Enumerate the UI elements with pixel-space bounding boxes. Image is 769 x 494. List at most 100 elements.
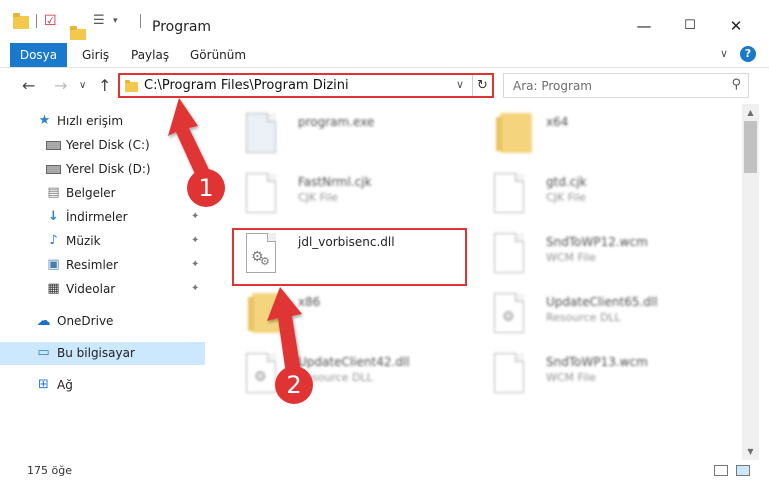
sidebar-item-label: Yerel Disk (D:) xyxy=(66,162,151,176)
address-dropdown-icon[interactable]: ∨ xyxy=(456,78,464,91)
sidebar-item-network[interactable]: ⊞ Ağ xyxy=(0,374,205,397)
file-name: SndToWP12.wcm xyxy=(546,235,648,249)
maximize-button[interactable]: ☐ xyxy=(667,12,713,40)
file-type: CJK File xyxy=(298,191,339,204)
file-name: FastNrml.cjk xyxy=(298,175,372,189)
refresh-button[interactable]: ↻ xyxy=(472,75,492,96)
file-name: x86 xyxy=(298,295,321,309)
file-item[interactable]: ⚙ UpdateClient42.dll Resource DLL xyxy=(232,350,472,408)
expand-ribbon-icon[interactable]: ∨ xyxy=(720,47,728,60)
chevron-down-icon[interactable]: ▾ xyxy=(113,13,118,29)
sidebar-item-label: OneDrive xyxy=(57,314,114,328)
sidebar-item-quick-access[interactable]: ★ Hızlı erişim xyxy=(0,110,205,133)
sidebar-item-label: Müzik xyxy=(66,234,101,248)
properties-icon[interactable]: ☑ xyxy=(44,13,57,29)
cloud-icon: ☁ xyxy=(36,313,51,329)
file-item[interactable]: gtd.cjk CJK File xyxy=(480,170,720,228)
scroll-up-icon[interactable]: ▲ xyxy=(742,104,759,121)
dll-icon: ⚙ xyxy=(494,293,528,337)
sidebar-item-label: Belgeler xyxy=(66,186,116,200)
file-type: WCM File xyxy=(546,251,596,264)
pin-icon[interactable]: ✦ xyxy=(191,211,199,222)
tab-view[interactable]: Görünüm xyxy=(190,43,246,67)
minimize-button[interactable]: — xyxy=(621,12,667,40)
file-icon xyxy=(494,233,528,277)
sidebar-item-downloads[interactable]: ↓ İndirmeler ✦ xyxy=(0,206,205,229)
customize-quick-access-icon[interactable]: ☰ xyxy=(93,13,105,29)
folder-icon xyxy=(125,80,138,92)
file-icon xyxy=(494,353,528,397)
status-bar: 175 öğe xyxy=(0,460,769,494)
forward-button[interactable]: → xyxy=(54,76,67,95)
scroll-thumb[interactable] xyxy=(744,121,757,173)
file-name: x64 xyxy=(546,115,569,129)
pin-icon[interactable]: ✦ xyxy=(191,259,199,270)
folder-icon xyxy=(13,13,29,29)
vertical-scrollbar[interactable]: ▲ ▼ xyxy=(742,104,759,460)
file-item[interactable]: SndToWP13.wcm WCM File xyxy=(480,350,720,408)
scroll-down-icon[interactable]: ▼ xyxy=(742,443,759,460)
up-button[interactable]: ↑ xyxy=(98,76,111,95)
drive-icon xyxy=(46,162,61,176)
file-type: Resource DLL xyxy=(546,311,621,324)
search-input[interactable]: Ara: Program xyxy=(513,79,592,93)
file-item[interactable]: program.exe xyxy=(232,110,472,168)
step-badge-2: 2 xyxy=(275,366,313,404)
sidebar-item-onedrive[interactable]: ☁ OneDrive xyxy=(0,310,205,333)
help-icon[interactable]: ? xyxy=(740,46,756,62)
star-icon: ★ xyxy=(38,113,51,128)
search-icon[interactable]: ⚲ xyxy=(731,77,741,92)
file-icon xyxy=(246,173,280,217)
sidebar-item-pictures[interactable]: ▣ Resimler ✦ xyxy=(0,254,205,277)
search-box[interactable]: Ara: Program ⚲ xyxy=(503,73,749,98)
network-icon: ⊞ xyxy=(38,377,49,392)
video-icon: ▦ xyxy=(47,281,60,296)
folder-icon xyxy=(248,293,286,337)
large-icons-view-icon[interactable] xyxy=(736,465,750,476)
window-title: Program xyxy=(152,19,212,35)
pin-icon[interactable]: ✦ xyxy=(191,235,199,246)
sidebar-item-disk-d[interactable]: Yerel Disk (D:) xyxy=(0,158,205,181)
tab-home[interactable]: Giriş xyxy=(82,43,109,67)
address-bar[interactable]: C:\Program Files\Program Dizini ∨ ↻ xyxy=(118,73,494,98)
sidebar-item-label: Hızlı erişim xyxy=(57,114,124,128)
close-button[interactable]: ✕ xyxy=(713,12,759,40)
file-icon xyxy=(494,173,528,217)
back-button[interactable]: ← xyxy=(22,76,35,95)
sidebar-item-label: İndirmeler xyxy=(66,210,128,224)
file-name: UpdateClient65.dll xyxy=(546,295,658,309)
navigation-bar: ← → ∨ ↑ C:\Program Files\Program Dizini … xyxy=(0,68,769,104)
pin-icon[interactable]: ✦ xyxy=(191,283,199,294)
file-list: program.exe x64 FastNrml.cjk CJK File gt… xyxy=(216,104,742,460)
music-icon: ♪ xyxy=(49,233,58,248)
file-item[interactable]: ⚙ UpdateClient65.dll Resource DLL xyxy=(480,290,720,348)
computer-icon: ▭ xyxy=(37,345,50,360)
file-item[interactable]: x64 xyxy=(480,110,720,168)
item-count: 175 öğe xyxy=(27,464,72,477)
title-bar: ☑ ☰ ▾ Program — ☐ ✕ xyxy=(0,0,769,42)
file-name: gtd.cjk xyxy=(546,175,587,189)
file-item[interactable]: x86 xyxy=(232,290,472,348)
file-item[interactable]: FastNrml.cjk CJK File xyxy=(232,170,472,228)
tab-share[interactable]: Paylaş xyxy=(131,43,169,67)
ribbon-tabs: Dosya Giriş Paylaş Görünüm ∨ ? xyxy=(0,40,769,68)
sidebar-item-documents[interactable]: ▤ Belgeler xyxy=(0,182,205,205)
tab-file[interactable]: Dosya xyxy=(10,43,67,67)
sidebar-item-disk-c[interactable]: Yerel Disk (C:) xyxy=(0,134,205,157)
sidebar-item-music[interactable]: ♪ Müzik ✦ xyxy=(0,230,205,253)
recent-locations-button[interactable]: ∨ xyxy=(79,80,86,91)
sidebar-item-this-pc[interactable]: ▭ Bu bilgisayar xyxy=(0,342,205,365)
address-path[interactable]: C:\Program Files\Program Dizini xyxy=(144,78,349,93)
pictures-icon: ▣ xyxy=(47,257,60,272)
file-name: program.exe xyxy=(298,115,375,129)
sidebar-item-label: Videolar xyxy=(66,282,116,296)
file-item[interactable]: SndToWP12.wcm WCM File xyxy=(480,230,720,288)
sidebar-item-videos[interactable]: ▦ Videolar ✦ xyxy=(0,278,205,301)
navigation-pane: ★ Hızlı erişim Yerel Disk (C:) Yerel Dis… xyxy=(0,104,216,460)
file-type: WCM File xyxy=(546,371,596,384)
details-view-icon[interactable] xyxy=(714,465,728,476)
divider xyxy=(140,14,141,28)
drive-icon xyxy=(46,138,61,152)
step-badge-1: 1 xyxy=(187,169,225,207)
sidebar-item-label: Bu bilgisayar xyxy=(57,346,135,360)
